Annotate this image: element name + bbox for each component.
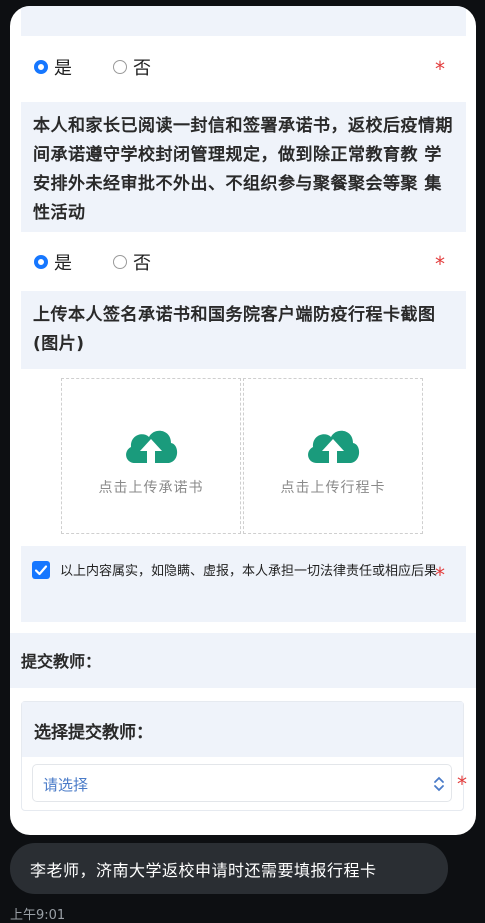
radio-option-no[interactable]: 否: [113, 249, 151, 275]
radio-unselected-indicator[interactable]: [113, 254, 127, 269]
declaration-panel: [21, 546, 466, 622]
message-timestamp: 上午9:01: [10, 908, 66, 923]
prev-question-remnant: [21, 6, 466, 36]
form-card: 是 否 * 本人和家长已阅读一封信和签署承诺书，返校后疫情期间承诺遵守学校封闭管…: [10, 6, 476, 835]
chat-message-bubble[interactable]: 李老师，济南大学返校申请时还需要填报行程卡: [10, 843, 448, 894]
upload-itinerary-button[interactable]: 点击上传行程卡: [243, 378, 423, 534]
section-heading: 提交教师：: [10, 633, 476, 688]
radio-selected-indicator[interactable]: [34, 59, 48, 74]
required-mark: *: [457, 772, 467, 796]
declaration-text: 以上内容属实，如隐瞒、虚报，本人承担一切法律责任或相应后果: [60, 564, 438, 579]
radio-label: 是: [54, 57, 72, 79]
radio-option-no[interactable]: 否: [113, 54, 151, 80]
cloud-upload-icon: [126, 430, 178, 463]
field-label: 选择提交教师：: [22, 702, 463, 757]
question-text: 上传本人签名承诺书和国务院客户端防疫行程卡截图 (图片): [21, 291, 466, 369]
cloud-upload-icon: [308, 430, 360, 463]
declaration-checkbox[interactable]: [32, 561, 50, 579]
radio-option-yes[interactable]: 是: [34, 249, 72, 275]
radio-group-2: 是 否 *: [21, 234, 466, 289]
select-placeholder: 请选择: [43, 776, 89, 794]
question-text: 本人和家长已阅读一封信和签署承诺书，返校后疫情期间承诺遵守学校封闭管理规定，做到…: [21, 102, 466, 232]
upload-label: 点击上传行程卡: [280, 480, 386, 496]
radio-option-yes[interactable]: 是: [34, 54, 72, 80]
required-mark: *: [435, 57, 445, 81]
check-icon: [34, 565, 48, 576]
required-mark: *: [435, 563, 445, 587]
required-mark: *: [435, 252, 445, 276]
radio-label: 是: [54, 252, 72, 274]
radio-label: 否: [133, 57, 151, 79]
radio-label: 否: [133, 252, 151, 274]
teacher-field-box: 选择提交教师： 请选择 *: [21, 701, 467, 811]
teacher-select[interactable]: 请选择: [32, 764, 452, 802]
chat-message-text: 李老师，济南大学返校申请时还需要填报行程卡: [30, 861, 377, 880]
radio-selected-indicator[interactable]: [34, 254, 48, 269]
radio-group-1: 是 否 *: [21, 39, 466, 94]
radio-unselected-indicator[interactable]: [113, 59, 127, 74]
upload-label: 点击上传承诺书: [98, 480, 204, 496]
select-arrows-icon: [434, 776, 444, 792]
upload-commitment-button[interactable]: 点击上传承诺书: [61, 378, 241, 534]
